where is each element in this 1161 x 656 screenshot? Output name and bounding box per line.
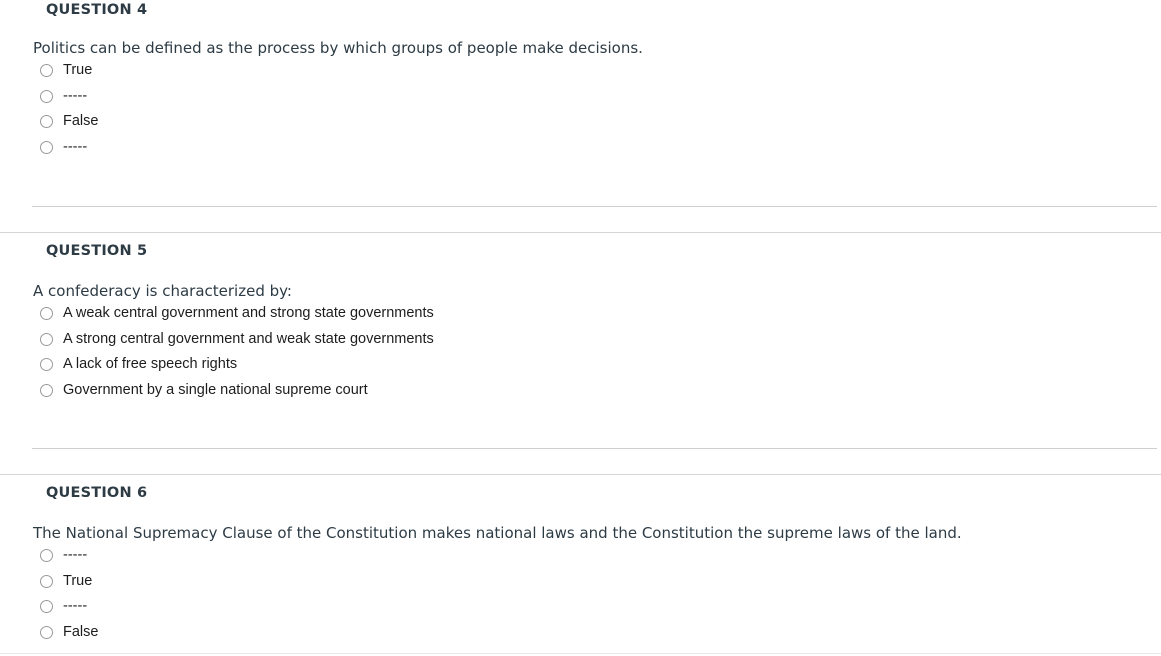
- quiz-page: QUESTION 4 Politics can be defined as th…: [0, 0, 1161, 656]
- answer-label: A strong central government and weak sta…: [63, 330, 434, 347]
- answer-list-5: A weak central government and strong sta…: [33, 301, 1141, 403]
- question-header-6: QUESTION 6: [0, 484, 147, 502]
- question-text-5: A confederacy is characterized by:: [33, 282, 292, 300]
- answer-option[interactable]: -----: [33, 543, 1141, 569]
- question-text-4: Politics can be defined as the process b…: [33, 39, 643, 57]
- radio-button-icon[interactable]: [40, 140, 53, 154]
- answer-label: True: [63, 572, 93, 589]
- question-header-5: QUESTION 5: [0, 242, 147, 260]
- question-separator-inset: [32, 206, 1157, 207]
- question-body-5: A confederacy is characterized by: A wea…: [0, 281, 1161, 403]
- page-bottom-separator: [0, 653, 1161, 654]
- question-separator-full: [0, 474, 1161, 475]
- question-title-5: QUESTION 5: [46, 243, 148, 259]
- question-title-4: QUESTION 4: [46, 2, 148, 18]
- question-body-6: The National Supremacy Clause of the Con…: [0, 523, 1161, 645]
- answer-option[interactable]: False: [33, 109, 1141, 135]
- answer-option[interactable]: -----: [33, 594, 1141, 620]
- answer-option[interactable]: A lack of free speech rights: [33, 352, 1141, 378]
- radio-button-icon[interactable]: [40, 89, 53, 103]
- radio-button-icon[interactable]: [40, 358, 53, 372]
- answer-option[interactable]: -----: [33, 135, 1141, 161]
- answer-label: A weak central government and strong sta…: [63, 305, 434, 322]
- radio-button-icon[interactable]: [40, 332, 53, 346]
- answer-label: -----: [63, 598, 88, 615]
- radio-button-icon[interactable]: [40, 307, 53, 321]
- answer-label: False: [63, 623, 99, 640]
- answer-label: -----: [63, 87, 88, 104]
- answer-list-4: True ----- False -----: [33, 58, 1141, 160]
- radio-button-icon[interactable]: [40, 383, 53, 397]
- answer-option[interactable]: Government by a single national supreme …: [33, 378, 1141, 404]
- answer-label: Government by a single national supreme …: [63, 381, 368, 398]
- answer-option[interactable]: -----: [33, 84, 1141, 110]
- question-separator-full: [0, 232, 1161, 233]
- radio-button-icon[interactable]: [40, 115, 53, 129]
- answer-option[interactable]: True: [33, 58, 1141, 84]
- question-text-6: The National Supremacy Clause of the Con…: [33, 524, 962, 542]
- answer-label: -----: [63, 138, 88, 155]
- answer-list-6: ----- True ----- False: [33, 543, 1141, 645]
- radio-button-icon[interactable]: [40, 574, 53, 588]
- question-separator-inset: [32, 448, 1157, 449]
- answer-label: -----: [63, 547, 88, 564]
- radio-button-icon[interactable]: [40, 600, 53, 614]
- radio-button-icon[interactable]: [40, 64, 53, 78]
- radio-button-icon[interactable]: [40, 625, 53, 639]
- answer-label: False: [63, 113, 99, 130]
- question-header-4: QUESTION 4: [0, 1, 147, 19]
- answer-option[interactable]: True: [33, 569, 1141, 595]
- answer-option[interactable]: False: [33, 620, 1141, 646]
- answer-option[interactable]: A weak central government and strong sta…: [33, 301, 1141, 327]
- answer-label: A lack of free speech rights: [63, 356, 238, 373]
- answer-label: True: [63, 62, 93, 79]
- answer-option[interactable]: A strong central government and weak sta…: [33, 327, 1141, 353]
- question-title-6: QUESTION 6: [46, 485, 148, 501]
- radio-button-icon[interactable]: [40, 549, 53, 563]
- question-body-4: Politics can be defined as the process b…: [0, 38, 1161, 160]
